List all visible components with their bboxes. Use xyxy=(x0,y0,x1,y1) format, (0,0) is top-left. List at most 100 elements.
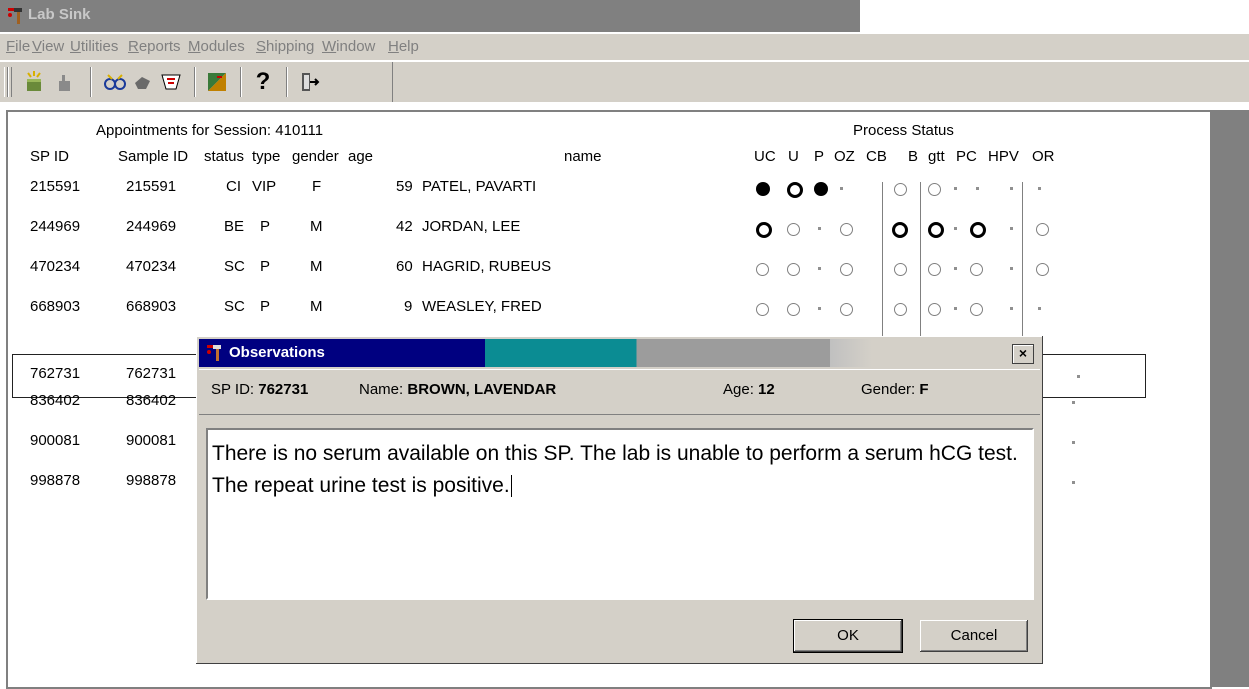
col-type[interactable]: type xyxy=(252,148,280,165)
table-row[interactable]: 668903 668903 SC P M 9 WEASLEY, FRED xyxy=(8,288,1148,328)
toolbar-separator xyxy=(240,67,242,97)
status-pending xyxy=(970,263,983,276)
menu-utilities[interactable]: Utilities xyxy=(70,38,118,55)
status-pending xyxy=(840,303,853,316)
menu-shipping[interactable]: Shipping xyxy=(256,38,314,55)
status-pending xyxy=(840,263,853,276)
name-value: BROWN, LAVENDAR xyxy=(407,381,557,398)
col-age[interactable]: age xyxy=(348,148,373,165)
status-filled xyxy=(756,182,770,196)
transfer-icon[interactable] xyxy=(204,69,230,95)
hand-icon[interactable] xyxy=(52,69,78,95)
cell-type: P xyxy=(260,298,271,315)
status-na xyxy=(1072,441,1075,444)
cell-sp-id: 244969 xyxy=(30,218,81,235)
status-na xyxy=(954,307,957,310)
cell-status: SC xyxy=(224,258,245,275)
menu-file[interactable]: File xyxy=(6,38,30,55)
age-info: Age: 12 xyxy=(723,381,775,398)
status-pending xyxy=(756,303,769,316)
cell-sample-id: 244969 xyxy=(126,218,177,235)
toolbar-separator xyxy=(90,67,92,97)
close-icon[interactable]: × xyxy=(1012,344,1034,364)
observations-textarea[interactable]: There is no serum available on this SP. … xyxy=(206,428,1034,600)
col-u: U xyxy=(788,148,799,165)
status-pending xyxy=(787,223,800,236)
col-oz: OZ xyxy=(834,148,855,165)
help-icon[interactable]: ? xyxy=(250,69,276,95)
exit-icon[interactable] xyxy=(296,69,322,95)
status-pending xyxy=(970,303,983,316)
col-b: B xyxy=(908,148,919,165)
lab-sink-icon xyxy=(8,8,22,24)
status-pending xyxy=(756,263,769,276)
cell-sp-id: 762731 xyxy=(30,365,81,382)
cell-age: 59 xyxy=(396,178,413,195)
cell-age: 42 xyxy=(396,218,413,235)
col-gtt: gtt xyxy=(928,148,945,165)
menu-view[interactable]: View xyxy=(32,38,64,55)
cell-sp-id: 668903 xyxy=(30,298,81,315)
process-status-title: Process Status xyxy=(853,122,954,139)
status-pending xyxy=(1036,223,1049,236)
new-icon[interactable] xyxy=(22,69,48,95)
cell-status: CI xyxy=(226,178,241,195)
dialog-title-bar[interactable]: Observations × xyxy=(199,339,1040,367)
menu-bar: File View Utilities Reports Modules Ship… xyxy=(0,34,1249,60)
table-row[interactable]: 244969 244969 BE P M 42 JORDAN, LEE xyxy=(8,208,1148,248)
table-row[interactable]: 470234 470234 SC P M 60 HAGRID, RUBEUS xyxy=(8,248,1148,288)
sp-info-bar: SP ID: 762731 Name: BROWN, LAVENDAR Age:… xyxy=(199,369,1040,415)
menu-modules[interactable]: Modules xyxy=(188,38,245,55)
toolbar-grip xyxy=(8,67,12,97)
status-na xyxy=(840,187,843,190)
checklist-icon[interactable] xyxy=(158,69,184,95)
cell-sample-id: 215591 xyxy=(126,178,177,195)
cell-gender: M xyxy=(310,258,323,275)
cell-sample-id: 470234 xyxy=(126,258,177,275)
glasses-icon[interactable] xyxy=(102,69,128,95)
toolbar-separator xyxy=(194,67,196,97)
status-complete xyxy=(928,222,944,238)
col-sp-id[interactable]: SP ID xyxy=(30,148,69,165)
status-pending xyxy=(787,303,800,316)
cell-sp-id: 836402 xyxy=(30,392,81,409)
cell-sample-id: 836402 xyxy=(126,392,177,409)
cancel-button[interactable]: Cancel xyxy=(920,620,1028,652)
status-na xyxy=(954,267,957,270)
status-na xyxy=(1010,307,1013,310)
toolbar-separator xyxy=(286,67,288,97)
cell-name: PATEL, PAVARTI xyxy=(422,178,537,195)
cell-sample-id: 900081 xyxy=(126,432,177,449)
status-na xyxy=(976,187,979,190)
age-value: 12 xyxy=(758,381,775,398)
cell-sp-id: 215591 xyxy=(30,178,81,195)
toolbar: ? xyxy=(0,62,1249,102)
status-pending xyxy=(1036,263,1049,276)
status-pending xyxy=(928,263,941,276)
cell-age: 9 xyxy=(404,298,413,315)
menu-window[interactable]: Window xyxy=(322,38,375,55)
cell-status: SC xyxy=(224,298,245,315)
appointments-title: Appointments for Session: 410111 xyxy=(96,122,324,139)
ok-button[interactable]: OK xyxy=(793,619,903,653)
name-label: Name: xyxy=(359,381,404,398)
toolbar-button-area: ? xyxy=(0,62,393,102)
menu-reports[interactable]: Reports xyxy=(128,38,181,55)
cell-type: P xyxy=(260,218,271,235)
gender-info: Gender: F xyxy=(861,381,929,398)
col-name[interactable]: name xyxy=(564,148,602,165)
table-row[interactable]: 215591 215591 CI VIP F 59 PATEL, PAVARTI xyxy=(8,168,1148,208)
cell-name: JORDAN, LEE xyxy=(422,218,521,235)
col-gender[interactable]: gender xyxy=(292,148,339,165)
pointer-icon[interactable] xyxy=(130,69,156,95)
cell-gender: F xyxy=(312,178,322,195)
menu-help[interactable]: Help xyxy=(388,38,419,55)
sp-id-info: SP ID: 762731 xyxy=(211,381,308,398)
cell-status: BE xyxy=(224,218,245,235)
app-title-bar: Lab Sink xyxy=(0,0,860,32)
col-status[interactable]: status xyxy=(204,148,244,165)
cell-age: 60 xyxy=(396,258,413,275)
col-sample-id[interactable]: Sample ID xyxy=(118,148,188,165)
status-na xyxy=(1010,227,1013,230)
gender-value: F xyxy=(919,381,929,398)
